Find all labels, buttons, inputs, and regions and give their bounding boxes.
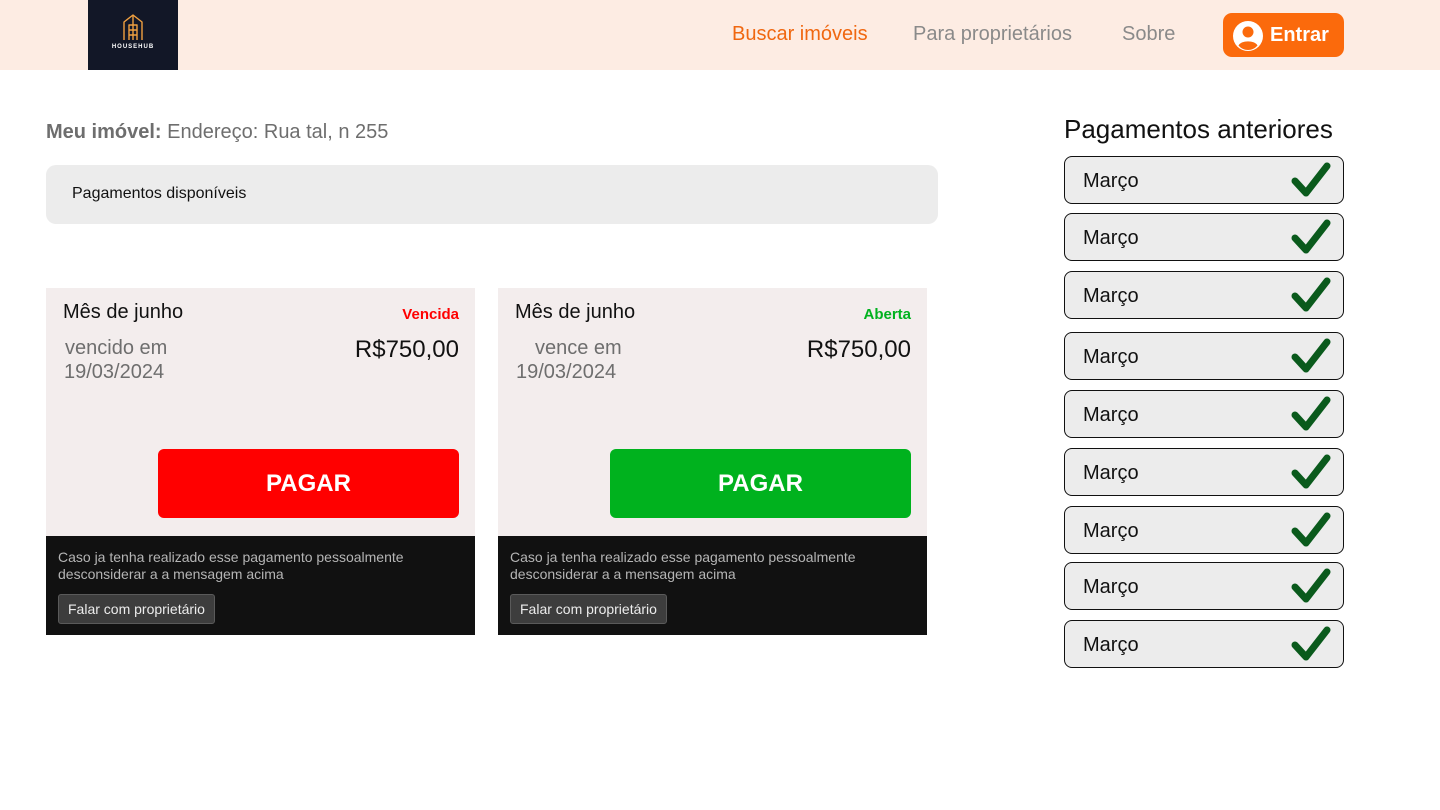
login-button[interactable]: Entrar — [1223, 13, 1344, 57]
history-item-label: Março — [1083, 227, 1139, 249]
payment-notice: Caso ja tenha realizado esse pagamento p… — [510, 549, 856, 582]
payment-amount: R$750,00 — [354, 336, 459, 363]
payment-notice: Caso ja tenha realizado esse pagamento p… — [58, 549, 404, 582]
history-item[interactable]: Março — [1064, 332, 1344, 380]
login-label: Entrar — [1270, 24, 1329, 46]
payment-card-overdue: Mês de junho Vencida vencido em 19/03/20… — [46, 288, 475, 635]
history-item[interactable]: Março — [1064, 390, 1344, 438]
history-item-label: Março — [1083, 520, 1139, 542]
checkmark-icon — [1291, 396, 1331, 431]
payment-month: Mês de junho — [63, 301, 184, 323]
property-label: Meu imóvel: — [46, 121, 162, 143]
checkmark-icon — [1291, 454, 1331, 489]
payment-card-open: Mês de junho Aberta vence em 19/03/2024 … — [498, 288, 927, 635]
available-payments-title: Pagamentos disponíveis — [72, 185, 247, 202]
payment-month: Mês de junho — [515, 301, 636, 323]
nav-link-sobre[interactable]: Sobre — [1122, 23, 1175, 46]
history-item-label: Março — [1083, 576, 1139, 598]
due-date: 19/03/2024 — [516, 361, 617, 383]
history-item[interactable]: Março — [1064, 620, 1344, 668]
checkmark-icon — [1291, 626, 1331, 661]
history-item[interactable]: Março — [1064, 562, 1344, 610]
checkmark-icon — [1291, 277, 1331, 312]
history-item-label: Março — [1083, 462, 1139, 484]
history-title: Pagamentos anteriores — [1064, 114, 1333, 144]
due-label: vencido em — [65, 337, 168, 359]
history-item-label: Março — [1083, 634, 1139, 656]
available-payments-header: Pagamentos disponíveis — [46, 165, 938, 224]
checkmark-icon — [1291, 162, 1331, 197]
due-label: vence em — [535, 337, 622, 359]
checkmark-icon — [1291, 219, 1331, 254]
nav-link-para-proprietarios[interactable]: Para proprietários — [913, 23, 1072, 46]
payment-card-footer: Caso ja tenha realizado esse pagamento p… — [46, 536, 475, 635]
history-item-label: Março — [1083, 404, 1139, 426]
property-address: Endereço: Rua tal, n 255 — [167, 121, 389, 143]
building-icon — [123, 14, 143, 40]
status-badge: Vencida — [402, 306, 459, 323]
history-item[interactable]: Março — [1064, 448, 1344, 496]
due-date: 19/03/2024 — [64, 361, 165, 383]
checkmark-icon — [1291, 512, 1331, 547]
history-item-label: Março — [1083, 346, 1139, 368]
history-item[interactable]: Março — [1064, 506, 1344, 554]
history-item[interactable]: Março — [1064, 213, 1344, 261]
history-item[interactable]: Março — [1064, 271, 1344, 319]
payment-card-body: Mês de junho Aberta vence em 19/03/2024 … — [498, 288, 927, 536]
brand-logo[interactable]: HOUSEHUB — [88, 0, 178, 70]
navbar: HOUSEHUB Buscar imóveis Para proprietári… — [0, 0, 1440, 70]
user-icon — [1233, 21, 1263, 51]
history-item-label: Março — [1083, 285, 1139, 307]
checkmark-icon — [1291, 338, 1331, 373]
status-badge: Aberta — [863, 306, 911, 323]
nav-link-buscar-imoveis[interactable]: Buscar imóveis — [732, 23, 868, 46]
due-info: vence em 19/03/2024 — [516, 336, 622, 384]
payment-card-footer: Caso ja tenha realizado esse pagamento p… — [498, 536, 927, 635]
payment-card-body: Mês de junho Vencida vencido em 19/03/20… — [46, 288, 475, 536]
due-info: vencido em 19/03/2024 — [64, 336, 167, 384]
payment-amount: R$750,00 — [806, 336, 911, 363]
contact-owner-button[interactable]: Falar com proprietário — [510, 594, 667, 624]
brand-name: HOUSEHUB — [111, 44, 155, 50]
pay-button[interactable]: PAGAR — [610, 449, 911, 518]
pay-button[interactable]: PAGAR — [158, 449, 459, 518]
checkmark-icon — [1291, 568, 1331, 603]
history-item-label: Março — [1083, 170, 1139, 192]
contact-owner-button[interactable]: Falar com proprietário — [58, 594, 215, 624]
property-info: Meu imóvel: Endereço: Rua tal, n 255 — [46, 121, 388, 144]
history-item[interactable]: Março — [1064, 156, 1344, 204]
